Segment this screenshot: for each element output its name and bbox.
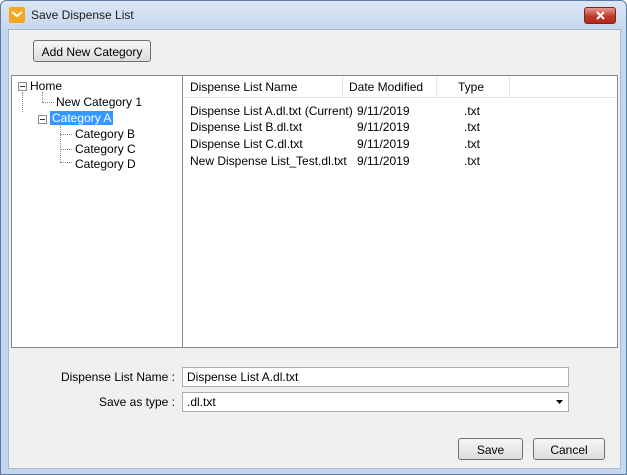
list-row[interactable]: New Dispense List_Test.dl.txt 9/11/2019 … (183, 154, 617, 170)
add-new-category-button[interactable]: Add New Category (33, 40, 151, 62)
save-as-type-label: Save as type : (98, 395, 175, 409)
tree-connector (60, 125, 61, 162)
title-bar: Save Dispense List (1, 1, 626, 29)
save-button[interactable]: Save (458, 438, 523, 460)
column-header-date-modified[interactable]: Date Modified (349, 80, 423, 94)
list-row[interactable]: Dispense List C.dl.txt 9/11/2019 .txt (183, 137, 617, 153)
category-tree[interactable]: Home New Category 1 Category A Category … (11, 75, 183, 348)
column-header-type[interactable]: Type (458, 80, 484, 94)
column-header-name[interactable]: Dispense List Name (190, 80, 297, 94)
cancel-button[interactable]: Cancel (533, 438, 605, 460)
row-name: Dispense List A.dl.txt (Current) (190, 104, 353, 118)
tree-node-home[interactable]: Home (30, 79, 62, 93)
dispense-list-name-input[interactable]: Dispense List A.dl.txt (182, 367, 569, 387)
row-type: .txt (464, 104, 481, 118)
list-row[interactable]: Dispense List A.dl.txt (Current) 9/11/20… (183, 104, 617, 120)
tree-node-new-category-1[interactable]: New Category 1 (56, 95, 142, 109)
tree-connector (42, 92, 43, 102)
row-type: .txt (464, 137, 481, 151)
tree-connector (60, 149, 72, 150)
chevron-down-icon (556, 400, 563, 404)
close-button[interactable] (584, 7, 616, 24)
close-icon (596, 11, 605, 20)
row-date: 9/11/2019 (357, 154, 410, 168)
column-divider[interactable] (342, 76, 343, 97)
collapse-category-a-icon[interactable] (38, 115, 47, 124)
save-as-type-select[interactable]: .dl.txt (182, 392, 569, 412)
tree-connector (42, 102, 54, 103)
list-header: Dispense List Name Date Modified Type (183, 76, 617, 98)
window-title: Save Dispense List (31, 8, 134, 22)
save-as-type-value: .dl.txt (187, 395, 216, 409)
row-name: Dispense List C.dl.txt (190, 137, 303, 151)
dialog-body: Add New Category Home New Category 1 Cat… (8, 29, 621, 469)
tree-connector (60, 162, 72, 163)
row-name: Dispense List B.dl.txt (190, 120, 303, 134)
dispense-list-name-label: Dispense List Name : (60, 370, 175, 384)
row-name: New Dispense List_Test.dl.txt (190, 154, 347, 168)
app-icon (9, 7, 25, 23)
row-date: 9/11/2019 (357, 120, 410, 134)
tree-connector (22, 92, 23, 112)
save-dispense-list-dialog: Save Dispense List Add New Category Home… (0, 0, 627, 475)
column-divider[interactable] (509, 76, 510, 97)
tree-node-category-b[interactable]: Category B (75, 127, 135, 141)
tree-node-category-d[interactable]: Category D (75, 157, 136, 171)
collapse-home-icon[interactable] (18, 82, 27, 91)
tree-connector (60, 134, 72, 135)
tree-node-category-c[interactable]: Category C (75, 142, 136, 156)
list-row[interactable]: Dispense List B.dl.txt 9/11/2019 .txt (183, 120, 617, 136)
row-type: .txt (464, 120, 481, 134)
row-type: .txt (464, 154, 481, 168)
tree-node-category-a[interactable]: Category A (50, 111, 114, 125)
dispense-list-view[interactable]: Dispense List Name Date Modified Type Di… (182, 75, 618, 348)
row-date: 9/11/2019 (357, 137, 410, 151)
row-date: 9/11/2019 (357, 104, 410, 118)
column-divider[interactable] (436, 76, 437, 97)
